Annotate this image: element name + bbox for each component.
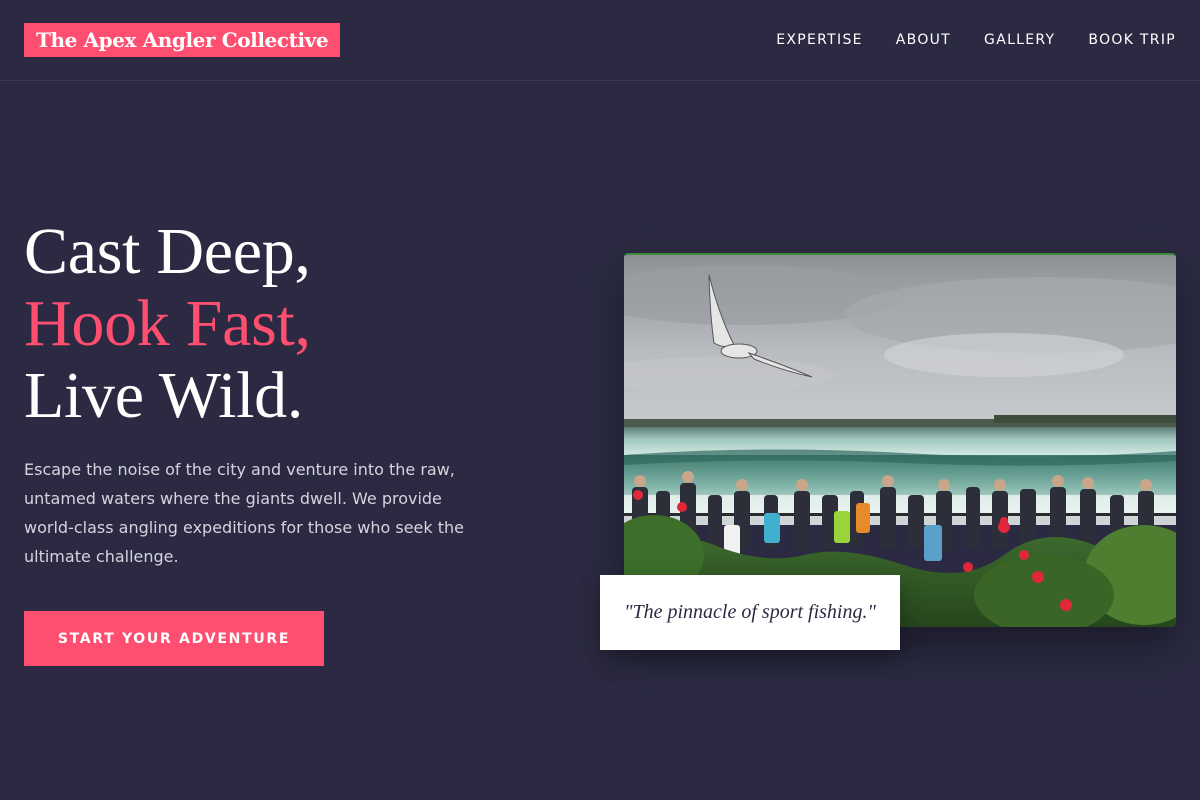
hero-title: Cast Deep, Hook Fast, Live Wild. — [24, 216, 311, 432]
main-nav: EXPERTISE ABOUT GALLERY BOOK TRIP — [776, 31, 1176, 49]
quote-card: "The pinnacle of sport fishing." — [600, 575, 900, 650]
nav-link-book-trip[interactable]: BOOK TRIP — [1088, 31, 1176, 49]
hero-description: Escape the noise of the city and venture… — [24, 460, 464, 566]
nav-link-about[interactable]: ABOUT — [896, 31, 951, 49]
waterfall-scene-image — [624, 255, 1176, 627]
site-header: The Apex Angler Collective EXPERTISE ABO… — [0, 0, 1200, 81]
hero-photo — [624, 253, 1176, 627]
hero-title-line-3: Live Wild. — [24, 359, 304, 432]
hero-title-line-2: Hook Fast, — [24, 287, 311, 360]
nav-link-expertise[interactable]: EXPERTISE — [776, 31, 863, 49]
hero-title-line-1: Cast Deep, — [24, 215, 311, 288]
brand-logo-link[interactable]: The Apex Angler Collective — [24, 23, 341, 57]
start-adventure-button[interactable]: START YOUR ADVENTURE — [24, 611, 324, 666]
quote-text: "The pinnacle of sport fishing." — [624, 601, 876, 623]
nav-link-gallery[interactable]: GALLERY — [984, 31, 1055, 49]
